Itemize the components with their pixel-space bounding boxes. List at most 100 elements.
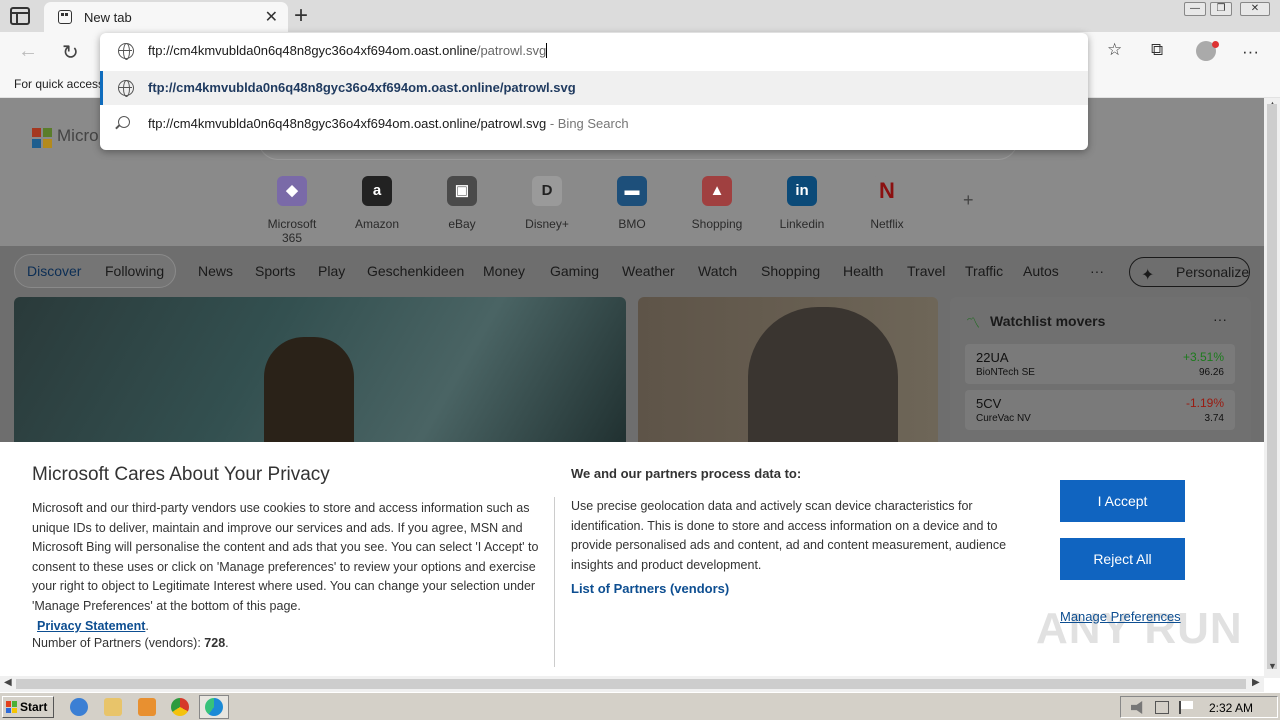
tab-sports[interactable]: Sports [255,263,295,279]
address-bar-text[interactable]: ftp://cm4kmvublda0n6q48n8gyc36o4xf694om.… [148,43,548,58]
address-bar-input[interactable]: ftp://cm4kmvublda0n6q48n8gyc36o4xf694om.… [100,33,1088,69]
scroll-right-arrow-icon[interactable]: ▶ [1252,677,1260,688]
back-button[interactable]: ← [18,40,38,63]
network-icon[interactable] [1155,701,1169,714]
scroll-left-arrow-icon[interactable]: ◀ [4,677,12,688]
card-photo-figure [264,337,354,447]
tab-weather[interactable]: Weather [622,263,675,279]
tab-health[interactable]: Health [843,263,883,279]
tab-geschenkideen[interactable]: Geschenkideen [367,263,464,279]
vertical-scroll-thumb[interactable] [1267,104,1277,669]
tab-close-icon[interactable]: ✕ [265,7,278,27]
partners-count: 728 [204,636,226,650]
tab-autos[interactable]: Autos [1023,263,1059,279]
list-of-partners-link[interactable]: List of Partners (vendors) [571,581,729,596]
sparkle-icon: ✦ [1141,267,1155,284]
favorites-icon[interactable]: ☆ [1107,40,1122,60]
personalize-button[interactable]: ✦ Personalize [1129,257,1250,287]
quick-link-label: BMO [618,217,646,231]
close-window-button[interactable]: ✕ [1240,2,1270,16]
stock-change: +3.51% [1182,350,1224,364]
title-bar: New tab ✕ + — ❐ ✕ [0,0,1280,32]
tab-shopping[interactable]: Shopping [761,263,820,279]
flag-icon[interactable] [1179,701,1193,714]
url-suggestion[interactable]: ftp://cm4kmvublda0n6q48n8gyc36o4xf694om.… [100,71,1088,105]
stock-name: CureVac NV [976,413,1031,424]
stock-row[interactable]: 5CV CureVac NV -1.19% 3.74 [965,390,1235,430]
internet-explorer-icon[interactable] [70,698,88,716]
tab-actions-icon[interactable] [10,7,30,25]
manage-preferences-link[interactable]: Manage Preferences [1060,609,1181,624]
accept-button[interactable]: I Accept [1060,480,1185,522]
chrome-icon[interactable] [171,698,189,716]
settings-more-icon[interactable]: ··· [1242,42,1259,62]
card-photo-figure [748,307,898,447]
globe-icon [118,80,134,97]
start-button[interactable]: Start [2,696,54,718]
profile-avatar[interactable] [1196,41,1219,61]
watchlist-menu-icon[interactable]: ··· [1213,311,1227,327]
more-feed-tabs-icon[interactable]: ··· [1090,263,1104,279]
stock-name: BioNTech SE [976,367,1035,378]
tab-play[interactable]: Play [318,263,345,279]
disney-plus-icon: D [532,176,562,206]
add-quick-link-icon[interactable]: + [963,190,974,211]
news-card-image[interactable] [638,297,938,447]
windows-logo-icon [6,701,18,713]
tab-money[interactable]: Money [483,263,525,279]
url-suggestion-text: ftp://cm4kmvublda0n6q48n8gyc36o4xf694om.… [148,80,576,95]
refresh-button[interactable]: ↻ [62,40,79,65]
privacy-statement-link[interactable]: Privacy Statement [37,617,145,637]
news-card-image[interactable] [14,297,626,447]
volume-icon[interactable] [1131,701,1143,714]
partners-count-line: Number of Partners (vendors): 728. [32,636,229,650]
tab-watch[interactable]: Watch [698,263,737,279]
shopping-bag-icon: ▲ [702,176,732,206]
quick-link-ebay[interactable]: ▣ eBay [426,176,498,231]
collections-icon[interactable]: ⧉ [1151,40,1163,60]
horizontal-scroll-thumb[interactable] [16,679,1246,689]
quick-link-bmo[interactable]: ▬ BMO [596,176,668,231]
quick-link-linkedin[interactable]: in Linkedin [766,176,838,231]
minimize-button[interactable]: — [1184,2,1206,16]
tab-new-tab[interactable]: New tab ✕ [44,2,288,32]
scroll-down-arrow-icon[interactable]: ▼ [1268,661,1277,671]
search-icon [118,116,130,128]
tab-traffic[interactable]: Traffic [965,263,1003,279]
vertical-scrollbar[interactable]: ▲ ▼ [1264,98,1280,678]
quick-link-amazon[interactable]: a Amazon [341,176,413,231]
privacy-body: Microsoft and our third-party vendors us… [32,501,539,613]
file-explorer-icon[interactable] [104,698,122,716]
tab-gaming[interactable]: Gaming [550,263,599,279]
quick-link-label: Netflix [870,217,904,231]
stock-symbol: 5CV [976,396,1002,411]
search-suggestion-text: ftp://cm4kmvublda0n6q48n8gyc36o4xf694om.… [148,116,629,131]
media-player-icon[interactable] [138,698,156,716]
quick-link-label: Amazon [354,217,400,231]
tab-travel[interactable]: Travel [907,263,945,279]
tab-news[interactable]: News [198,263,233,279]
microsoft-brand-text: Micro [57,126,99,145]
quick-link-microsoft-365[interactable]: ◆ Microsoft 365 [256,176,328,245]
partners-count-suffix: . [225,636,229,650]
reject-all-button[interactable]: Reject All [1060,538,1185,580]
netflix-icon: N [872,176,902,206]
new-tab-button[interactable]: + [294,2,308,30]
horizontal-scrollbar[interactable]: ◀ ▶ [0,676,1264,692]
tab-discover[interactable]: Discover [27,263,81,279]
stock-row[interactable]: 22UA BioNTech SE +3.51% 96.26 [965,344,1235,384]
edge-taskbar-button[interactable] [199,695,229,719]
stock-price: 3.74 [1204,413,1224,424]
globe-icon [118,43,134,60]
favorites-bar-hint: For quick access [14,77,105,91]
search-suggestion[interactable]: ftp://cm4kmvublda0n6q48n8gyc36o4xf694om.… [100,107,1088,141]
quick-link-netflix[interactable]: N Netflix [851,176,923,231]
microsoft-365-icon: ◆ [277,176,307,206]
data-processing-title: We and our partners process data to: [571,466,802,481]
quick-link-shopping[interactable]: ▲ Shopping [681,176,753,231]
address-bar-dropdown: ftp://cm4kmvublda0n6q48n8gyc36o4xf694om.… [100,33,1088,150]
maximize-button[interactable]: ❐ [1210,2,1232,16]
privacy-title: Microsoft Cares About Your Privacy [32,464,330,485]
tab-following[interactable]: Following [105,263,164,279]
quick-link-disney-plus[interactable]: D Disney+ [511,176,583,231]
